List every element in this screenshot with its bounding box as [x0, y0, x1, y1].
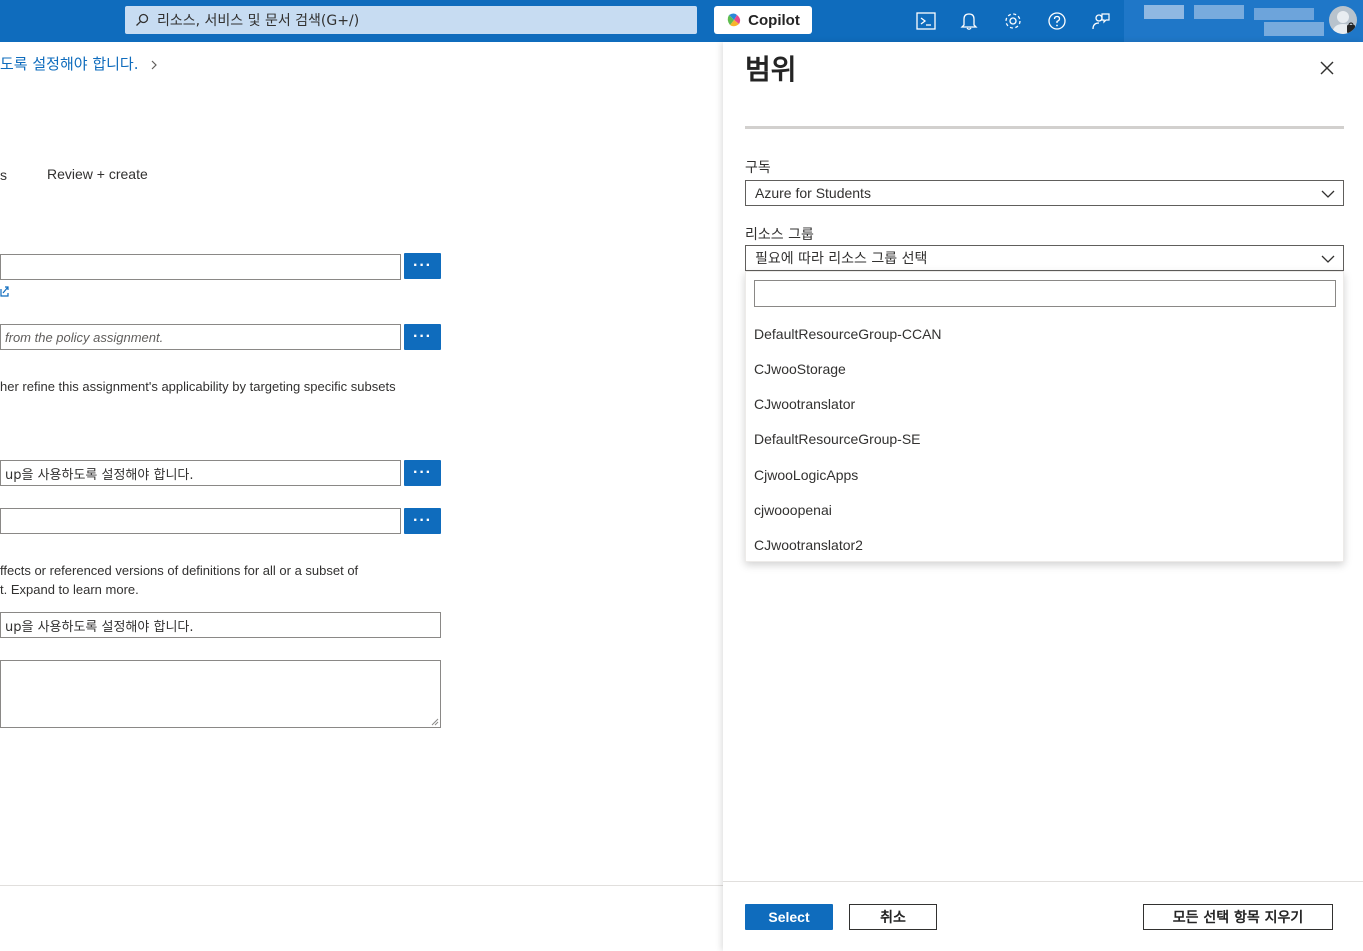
- list-item[interactable]: CJwootranslator2: [754, 537, 863, 553]
- copilot-logo-icon: [727, 13, 741, 27]
- external-link-icon[interactable]: [0, 285, 10, 297]
- list-item[interactable]: cjwooopenai: [754, 502, 832, 518]
- account-area[interactable]: [1124, 0, 1363, 42]
- select-button[interactable]: Select: [745, 904, 833, 930]
- chevron-right-icon: [151, 60, 158, 69]
- top-navigation-bar: 리소스, 서비스 및 문서 검색(G+/) Copilot: [0, 0, 1363, 42]
- version-field[interactable]: [0, 508, 401, 534]
- exclusions-field[interactable]: from the policy assignment.: [0, 324, 401, 350]
- policy-definition-browse-button[interactable]: ···: [404, 460, 441, 486]
- avatar[interactable]: [1329, 6, 1357, 34]
- search-placeholder: 리소스, 서비스 및 문서 검색(G+/): [157, 13, 360, 29]
- policy-definition-field[interactable]: up을 사용하도록 설정해야 합니다.: [0, 460, 401, 486]
- list-item[interactable]: DefaultResourceGroup-CCAN: [754, 326, 942, 342]
- resource-group-dropdown[interactable]: 필요에 따라 리소스 그룹 선택: [745, 245, 1344, 271]
- global-search-box[interactable]: 리소스, 서비스 및 문서 검색(G+/): [125, 6, 697, 34]
- cloud-shell-icon[interactable]: [915, 10, 937, 32]
- blurred-account-name-2: [1194, 5, 1244, 19]
- tab-parameters[interactable]: s: [0, 167, 7, 183]
- chevron-down-icon: [1321, 255, 1335, 263]
- scope-panel: 범위 구독 Azure for Students 리소스 그룹 필요에 따라 리…: [723, 42, 1363, 951]
- policy-definition-value: up을 사용하도록 설정해야 합니다.: [5, 467, 194, 483]
- exclusions-placeholder: from the policy assignment.: [5, 329, 164, 345]
- background-assign-policy-page: 도록 설정해야 합니다. s Review + create ··· from …: [0, 42, 723, 951]
- scope-field[interactable]: [0, 254, 401, 280]
- list-item[interactable]: CJwootranslator: [754, 396, 855, 412]
- help-icon[interactable]: [1046, 10, 1068, 32]
- copilot-label: Copilot: [748, 11, 800, 29]
- overrides-description-line-2: t. Expand to learn more.: [0, 582, 139, 597]
- subscription-dropdown[interactable]: Azure for Students: [745, 180, 1344, 206]
- resource-selectors-description: her refine this assignment's applicabili…: [0, 379, 396, 394]
- exclusions-browse-button[interactable]: ···: [404, 324, 441, 350]
- assignment-name-field[interactable]: up을 사용하도록 설정해야 합니다.: [0, 612, 441, 638]
- chevron-down-icon: [1321, 190, 1335, 198]
- tab-review-create[interactable]: Review + create: [47, 166, 148, 182]
- blurred-directory-name: [1264, 22, 1324, 36]
- resource-group-label: 리소스 그룹: [745, 227, 814, 243]
- panel-divider: [745, 126, 1344, 129]
- blurred-account-name: [1144, 5, 1184, 19]
- description-textarea[interactable]: [0, 660, 441, 728]
- resource-group-placeholder: 필요에 따라 리소스 그룹 선택: [755, 251, 928, 267]
- subscription-label: 구독: [745, 160, 771, 176]
- panel-title: 범위: [745, 53, 797, 86]
- cancel-button[interactable]: 취소: [849, 904, 937, 930]
- footer-divider: [0, 885, 723, 886]
- list-item[interactable]: DefaultResourceGroup-SE: [754, 431, 921, 447]
- resize-handle-icon[interactable]: [431, 718, 439, 726]
- version-browse-button[interactable]: ···: [404, 508, 441, 534]
- feedback-icon[interactable]: [1090, 10, 1112, 32]
- resource-group-list: DefaultResourceGroup-CCAN CJwooStorage C…: [745, 271, 1344, 562]
- list-item[interactable]: CjwooLogicApps: [754, 467, 858, 483]
- subscription-value: Azure for Students: [755, 185, 871, 201]
- blurred-account-name-3: [1254, 8, 1314, 20]
- breadcrumb-text[interactable]: 도록 설정해야 합니다.: [0, 55, 139, 73]
- breadcrumb[interactable]: 도록 설정해야 합니다.: [0, 53, 159, 74]
- search-icon: [136, 13, 149, 26]
- panel-footer-divider: [723, 881, 1363, 882]
- overrides-description-line-1: ffects or referenced versions of definit…: [0, 563, 359, 578]
- scope-browse-button[interactable]: ···: [404, 253, 441, 279]
- copilot-button[interactable]: Copilot: [714, 6, 812, 34]
- clear-selection-button[interactable]: 모든 선택 항목 지우기: [1143, 904, 1333, 930]
- close-icon[interactable]: [1317, 58, 1337, 78]
- bell-icon[interactable]: [958, 10, 980, 32]
- gear-icon[interactable]: [1002, 10, 1024, 32]
- list-item[interactable]: CJwooStorage: [754, 361, 846, 377]
- assignment-name-value: up을 사용하도록 설정해야 합니다.: [5, 619, 194, 635]
- resource-group-filter-input[interactable]: [754, 280, 1336, 307]
